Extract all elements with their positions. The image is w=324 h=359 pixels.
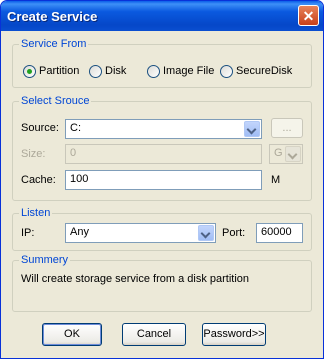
chevron-down-icon[interactable] [198,225,214,241]
browse-button[interactable]: ... [271,118,303,138]
port-input[interactable]: 60000 [256,223,303,243]
ok-button[interactable]: OK [42,323,102,346]
radio-image-file-label[interactable]: Image File [163,65,214,77]
select-source-legend: Select Srouce [21,95,90,107]
cache-unit-label: M [271,174,281,186]
size-unit-combo[interactable]: G [269,144,303,164]
port-label: Port: [222,227,246,239]
radio-image-file[interactable] [147,65,160,78]
radio-securedisk[interactable] [220,65,233,78]
close-icon: ✕ [302,8,315,24]
cache-input[interactable]: 100 [65,170,262,190]
service-from-group: Service From [12,38,312,88]
listen-legend: Listen [21,207,51,219]
ip-value: Any [70,226,89,238]
cache-label: Cache: [21,174,56,186]
close-button[interactable]: ✕ [298,5,319,26]
window-title: Create Service [7,9,98,24]
radio-partition-label[interactable]: Partition [39,65,79,77]
summery-text: Will create storage service from a disk … [21,273,250,285]
create-service-dialog: Create Service ✕ Service From Partition … [0,0,324,359]
chevron-down-icon[interactable] [244,121,260,137]
size-label: Size: [21,148,46,160]
source-value: C: [70,122,81,134]
radio-securedisk-label[interactable]: SecureDisk [236,65,292,77]
size-input[interactable]: 0 [65,144,262,164]
password-button[interactable]: Password>> [202,323,266,346]
ip-combo[interactable]: Any [65,223,216,243]
radio-partition[interactable] [23,65,36,78]
ip-label: IP: [21,227,35,239]
summery-legend: Summery [21,254,69,266]
cancel-button[interactable]: Cancel [122,323,186,346]
size-unit-value: G [274,147,283,159]
radio-disk[interactable] [89,65,102,78]
source-label: Source: [21,122,59,134]
source-combo[interactable]: C: [65,119,262,139]
service-from-legend: Service From [21,38,87,50]
radio-disk-label[interactable]: Disk [105,65,126,77]
title-bar[interactable]: Create Service ✕ [1,1,323,31]
chevron-down-icon[interactable] [285,146,301,162]
